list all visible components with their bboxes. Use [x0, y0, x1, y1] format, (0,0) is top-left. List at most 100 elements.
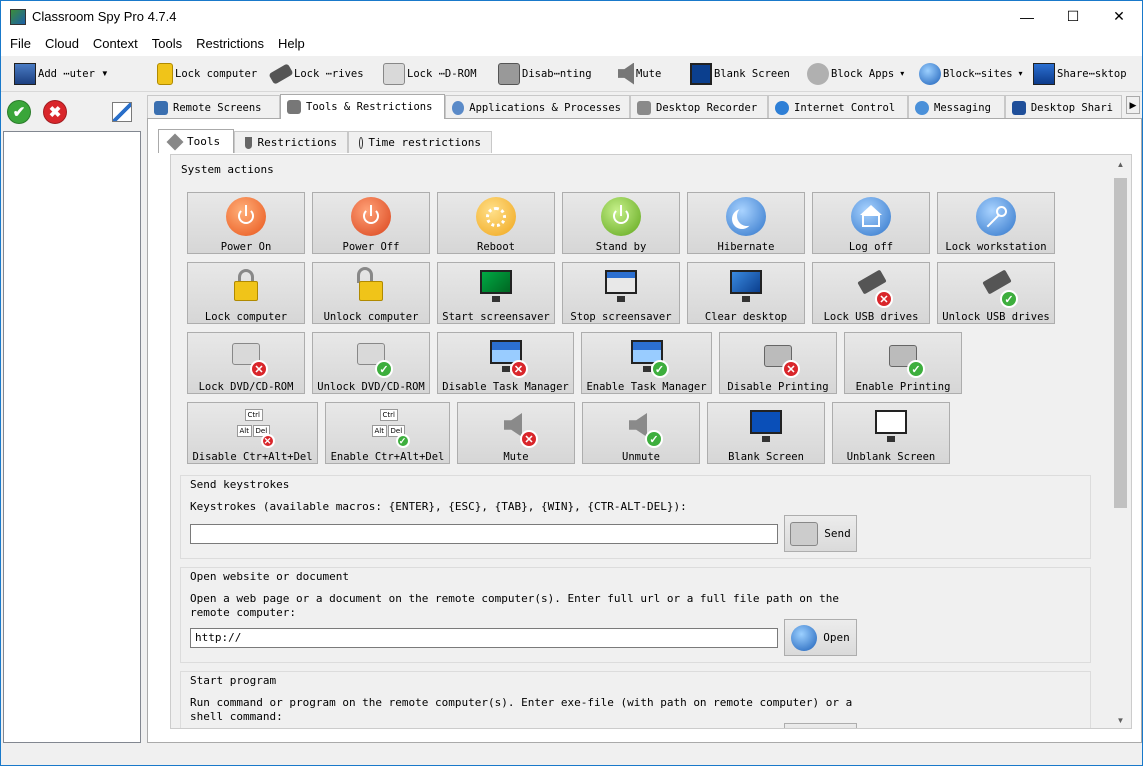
- blank-screen-button[interactable]: Blank Screen: [707, 402, 825, 464]
- keyboard-icon: [790, 521, 819, 546]
- tab-scroll-right-icon[interactable]: ▶: [1126, 96, 1140, 114]
- app-icon: [10, 8, 26, 25]
- check-icon[interactable]: ✔: [7, 100, 31, 124]
- menu-restrictions[interactable]: Restrictions: [189, 33, 271, 55]
- computer-list[interactable]: [3, 131, 141, 743]
- lock-computer-button[interactable]: Lock computer: [187, 262, 305, 324]
- chevron-down-icon[interactable]: ▾: [900, 69, 904, 78]
- clear-desktop-button[interactable]: Clear desktop: [687, 262, 805, 324]
- stand-by-button[interactable]: Stand by: [562, 192, 680, 254]
- lock-dvd-cdrom-button[interactable]: ✕ Lock DVD/CD-ROM: [187, 332, 305, 394]
- task-manager-icon: ✕: [486, 337, 528, 378]
- disable-task-manager-button[interactable]: ✕ Disable Task Manager: [437, 332, 574, 394]
- tab-remote-screens[interactable]: Remote Screens: [147, 95, 280, 119]
- disable-printing-button[interactable]: Disab⋯nting: [493, 59, 613, 89]
- speaker-icon: ✕: [496, 407, 538, 448]
- unlock-computer-button[interactable]: Unlock computer: [312, 262, 430, 324]
- menu-help[interactable]: Help: [271, 33, 312, 55]
- enable-printing-button[interactable]: ✓ Enable Printing: [844, 332, 962, 394]
- lock-usb-drives-button[interactable]: ✕ Lock USB drives: [812, 262, 930, 324]
- disable-printing-button[interactable]: ✕ Disable Printing: [719, 332, 837, 394]
- start-screensaver-button[interactable]: Start screensaver: [437, 262, 555, 324]
- menu-tools[interactable]: Tools: [145, 33, 189, 55]
- share-desktop-icon: [1033, 62, 1055, 85]
- subtab-time-restrictions[interactable]: Time restrictions: [348, 131, 492, 153]
- close-button[interactable]: ✕: [1096, 1, 1142, 32]
- start-program-title: Start program: [190, 674, 277, 687]
- reboot-button[interactable]: Reboot: [437, 192, 555, 254]
- mute-button[interactable]: ✕ Mute: [457, 402, 575, 464]
- log-off-button[interactable]: Log off: [812, 192, 930, 254]
- unlock-usb-drives-button[interactable]: ✓ Unlock USB drives: [937, 262, 1055, 324]
- power-icon: [351, 197, 391, 236]
- minimize-button[interactable]: —: [1004, 1, 1050, 32]
- stop-screensaver-button[interactable]: Stop screensaver: [562, 262, 680, 324]
- globe-icon: [791, 624, 818, 651]
- tools-icon: [166, 133, 184, 150]
- menu-cloud[interactable]: Cloud: [38, 33, 86, 55]
- power-on-button[interactable]: Power On: [187, 192, 305, 254]
- open-button[interactable]: Open: [784, 619, 857, 656]
- left-panel: ✔ ✖: [3, 93, 143, 743]
- start-program-description: Run command or program on the remote com…: [190, 696, 853, 723]
- send-button[interactable]: Send: [784, 515, 857, 552]
- printer-icon: ✓: [883, 337, 925, 378]
- chevron-down-icon[interactable]: ▼: [101, 69, 109, 78]
- enable-ctrl-alt-del-button[interactable]: Ctrl Alt Del ✓ Enable Ctr+Alt+Del: [325, 402, 450, 464]
- system-actions-title: System actions: [181, 163, 274, 176]
- unblank-screen-button[interactable]: Unblank Screen: [832, 402, 950, 464]
- add-computer-button[interactable]: Add ⋯uter ▼: [9, 59, 152, 89]
- lock-workstation-button[interactable]: Lock workstation: [937, 192, 1055, 254]
- globe-icon: [775, 100, 789, 115]
- chevron-down-icon[interactable]: ▾: [1019, 69, 1023, 78]
- tab-applications-processes[interactable]: Applications & Processes: [445, 95, 630, 119]
- block-websites-button[interactable]: Block⋯sites ▾: [914, 59, 1028, 89]
- block-apps-button[interactable]: Block Apps ▾: [802, 59, 914, 89]
- disable-ctrl-alt-del-button[interactable]: Ctrl Alt Del ✕ Disable Ctr+Alt+Del: [187, 402, 318, 464]
- menu-context[interactable]: Context: [86, 33, 145, 55]
- enable-task-manager-button[interactable]: ✓ Enable Task Manager: [581, 332, 712, 394]
- window-title: Classroom Spy Pro 4.7.4: [32, 9, 177, 24]
- run-program-button[interactable]: [784, 723, 857, 728]
- unmute-button[interactable]: ✓ Unmute: [582, 402, 700, 464]
- moon-icon: [726, 197, 766, 236]
- tools-content[interactable]: System actions Power On Power Off Reboot…: [170, 154, 1132, 729]
- scroll-down-icon[interactable]: ▼: [1112, 712, 1129, 728]
- x-icon: ✕: [875, 290, 893, 308]
- scrollbar-thumb[interactable]: [1114, 178, 1127, 508]
- blank-screen-button[interactable]: Blank Screen: [685, 59, 802, 89]
- tab-messaging[interactable]: Messaging: [908, 95, 1005, 119]
- unlock-dvd-cdrom-button[interactable]: ✓ Unlock DVD/CD-ROM: [312, 332, 430, 394]
- hibernate-button[interactable]: Hibernate: [687, 192, 805, 254]
- x-icon[interactable]: ✖: [43, 100, 67, 124]
- power-off-button[interactable]: Power Off: [312, 192, 430, 254]
- tab-desktop-recorder[interactable]: Desktop Recorder: [630, 95, 768, 119]
- scroll-up-icon[interactable]: ▲: [1112, 156, 1129, 173]
- task-manager-icon: ✓: [627, 337, 669, 378]
- keystrokes-input[interactable]: [190, 524, 778, 544]
- add-computer-icon: [14, 62, 36, 85]
- lock-cdrom-button[interactable]: Lock ⋯D-ROM: [378, 59, 493, 89]
- maximize-button[interactable]: ☐: [1050, 1, 1096, 32]
- mute-button[interactable]: Mute: [613, 59, 685, 89]
- printer-icon: ✕: [758, 337, 800, 378]
- tab-desktop-sharing[interactable]: Desktop Shari: [1005, 95, 1122, 119]
- x-icon: ✕: [782, 360, 800, 378]
- edit-list-icon[interactable]: [112, 102, 132, 122]
- power-icon: [601, 197, 641, 236]
- subtab-restrictions[interactable]: Restrictions: [234, 131, 348, 153]
- ctrl-alt-del-icon: Ctrl Alt Del ✓: [368, 407, 410, 448]
- shield-icon: [245, 136, 252, 149]
- share-desktop-button[interactable]: Share⋯sktop: [1028, 59, 1138, 89]
- vertical-scrollbar[interactable]: ▲ ▼: [1112, 156, 1129, 728]
- check-icon: ✓: [650, 360, 669, 378]
- lock-computer-button[interactable]: Lock computer: [152, 59, 265, 89]
- subtab-tools[interactable]: Tools: [158, 129, 234, 153]
- speaker-icon: [618, 62, 634, 85]
- menu-file[interactable]: File: [3, 33, 38, 55]
- tab-internet-control[interactable]: Internet Control: [768, 95, 908, 119]
- tab-tools-restrictions[interactable]: Tools & Restrictions: [280, 94, 445, 119]
- url-input[interactable]: http://: [190, 628, 778, 648]
- lock-drives-button[interactable]: Lock ⋯rives: [265, 59, 378, 89]
- check-icon: ✓: [1000, 290, 1018, 308]
